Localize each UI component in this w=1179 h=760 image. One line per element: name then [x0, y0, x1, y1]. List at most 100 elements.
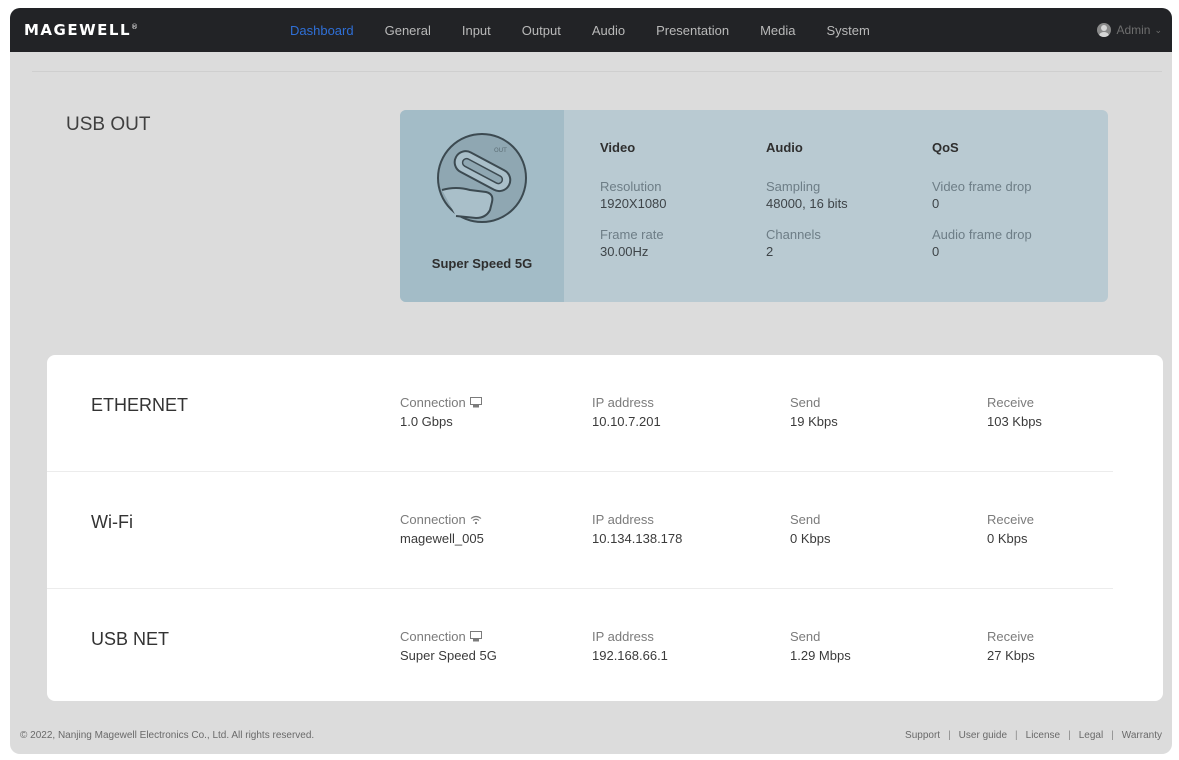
- usb-net-row: USB NET Connection Super Speed 5G IP add…: [47, 589, 1163, 706]
- usb-net-send: Send 1.29 Mbps: [790, 629, 851, 663]
- footer: © 2022, Nanjing Magewell Electronics Co.…: [10, 730, 1172, 754]
- app-window: MAGEWELL® Dashboard General Input Output…: [10, 8, 1172, 754]
- top-nav-bar: MAGEWELL® Dashboard General Input Output…: [10, 8, 1172, 52]
- qos-column: QoS Video frame drop 0 Audio frame drop …: [932, 140, 1032, 259]
- link-separator: |: [1111, 730, 1114, 741]
- usb-c-port-icon: OUT: [437, 133, 527, 223]
- ip-value: 192.168.66.1: [592, 648, 668, 663]
- usb-speed-label: Super Speed 5G: [431, 256, 533, 271]
- connection-value: Super Speed 5G: [400, 648, 497, 663]
- wifi-receive: Receive 0 Kbps: [987, 512, 1034, 546]
- wifi-title: Wi-Fi: [91, 512, 133, 532]
- usb-net-connection: Connection Super Speed 5G: [400, 629, 497, 663]
- qos-heading: QoS: [932, 140, 959, 155]
- connection-label: Connection: [400, 395, 466, 410]
- video-column: Video Resolution 1920X1080 Frame rate 30…: [600, 140, 667, 259]
- audio-frame-drop-value: 0: [932, 244, 940, 259]
- ip-label: IP address: [592, 395, 654, 410]
- wifi-connection: Connection magewell_005: [400, 512, 484, 546]
- ip-label: IP address: [592, 512, 654, 527]
- framerate-value: 30.00Hz: [600, 244, 649, 259]
- receive-value: 27 Kbps: [987, 648, 1035, 663]
- link-separator: |: [1015, 730, 1018, 741]
- wifi-ip: IP address 10.134.138.178: [592, 512, 682, 546]
- audio-heading: Audio: [766, 140, 803, 155]
- ethernet-connection: Connection 1.0 Gbps: [400, 395, 482, 429]
- video-heading: Video: [600, 140, 636, 155]
- connection-label: Connection: [400, 629, 466, 644]
- sampling-label: Sampling: [766, 179, 821, 194]
- footer-links: Support | User guide | License | Legal |…: [905, 730, 1162, 741]
- nav-presentation[interactable]: Presentation: [656, 23, 729, 38]
- video-frame-drop-label: Video frame drop: [932, 179, 1032, 194]
- usb-port-panel: OUT Super Speed 5G: [400, 110, 564, 302]
- receive-label: Receive: [987, 395, 1034, 410]
- channels-value: 2: [766, 244, 774, 259]
- send-label: Send: [790, 395, 821, 410]
- receive-value: 103 Kbps: [987, 414, 1042, 429]
- usb-net-ip: IP address 192.168.66.1: [592, 629, 668, 663]
- connection-value: magewell_005: [400, 531, 484, 546]
- receive-value: 0 Kbps: [987, 531, 1028, 546]
- nav-output[interactable]: Output: [522, 23, 561, 38]
- wifi-send: Send 0 Kbps: [790, 512, 830, 546]
- link-separator: |: [948, 730, 951, 741]
- warranty-link[interactable]: Warranty: [1122, 730, 1162, 741]
- video-frame-drop-value: 0: [932, 196, 940, 211]
- ethernet-title: ETHERNET: [91, 395, 189, 415]
- nav-general[interactable]: General: [385, 23, 431, 38]
- connection-label: Connection: [400, 512, 466, 527]
- wifi-icon: [470, 515, 482, 524]
- framerate-label: Frame rate: [600, 227, 664, 242]
- chevron-down-icon: ⌄: [1154, 24, 1162, 35]
- ethernet-icon: [469, 397, 482, 408]
- nav-input[interactable]: Input: [462, 23, 491, 38]
- ethernet-row: ETHERNET Connection 1.0 Gbps IP address …: [47, 355, 1163, 472]
- send-label: Send: [790, 629, 821, 644]
- sampling-value: 48000, 16 bits: [766, 196, 848, 211]
- link-separator: |: [1068, 730, 1071, 741]
- send-label: Send: [790, 512, 821, 527]
- user-avatar-icon: [1097, 23, 1112, 37]
- channels-label: Channels: [766, 227, 821, 242]
- ethernet-ip: IP address 10.10.7.201: [592, 395, 661, 429]
- user-menu[interactable]: Admin ⌄: [1097, 8, 1162, 52]
- wifi-row: Wi-Fi Connection magewell_005 IP address…: [47, 472, 1163, 589]
- nav-media[interactable]: Media: [760, 23, 795, 38]
- usb-out-title: USB OUT: [66, 114, 151, 135]
- send-value: 0 Kbps: [790, 531, 831, 546]
- resolution-label: Resolution: [600, 179, 662, 194]
- send-value: 1.29 Mbps: [790, 648, 851, 663]
- legal-link[interactable]: Legal: [1079, 730, 1103, 741]
- ethernet-icon: [469, 631, 482, 642]
- svg-text:OUT: OUT: [494, 147, 507, 154]
- receive-label: Receive: [987, 629, 1034, 644]
- user-guide-link[interactable]: User guide: [959, 730, 1007, 741]
- usb-out-card: OUT Super Speed 5G Video Resolution 1920…: [400, 110, 1108, 302]
- receive-label: Receive: [987, 512, 1034, 527]
- ethernet-send: Send 19 Kbps: [790, 395, 838, 429]
- support-link[interactable]: Support: [905, 730, 940, 741]
- logo-text: MAGEWELL: [24, 21, 132, 39]
- ip-value: 10.134.138.178: [592, 531, 683, 546]
- audio-column: Audio Sampling 48000, 16 bits Channels 2: [766, 140, 848, 259]
- nav-audio[interactable]: Audio: [592, 23, 625, 38]
- logo-reg: ®: [131, 23, 140, 31]
- ethernet-receive: Receive 103 Kbps: [987, 395, 1042, 429]
- user-name: Admin: [1116, 23, 1151, 37]
- resolution-value: 1920X1080: [600, 196, 667, 211]
- send-value: 19 Kbps: [790, 414, 838, 429]
- main-nav: Dashboard General Input Output Audio Pre…: [290, 8, 901, 52]
- nav-system[interactable]: System: [826, 23, 869, 38]
- copyright-text: © 2022, Nanjing Magewell Electronics Co.…: [20, 730, 315, 741]
- connection-value: 1.0 Gbps: [400, 414, 453, 429]
- magewell-logo[interactable]: MAGEWELL®: [24, 21, 140, 39]
- usb-net-receive: Receive 27 Kbps: [987, 629, 1035, 663]
- network-panel: ETHERNET Connection 1.0 Gbps IP address …: [47, 355, 1163, 701]
- audio-frame-drop-label: Audio frame drop: [932, 227, 1032, 242]
- nav-dashboard[interactable]: Dashboard: [290, 23, 354, 38]
- ip-value: 10.10.7.201: [592, 414, 661, 429]
- ip-label: IP address: [592, 629, 654, 644]
- usb-net-title: USB NET: [91, 629, 170, 649]
- license-link[interactable]: License: [1026, 730, 1060, 741]
